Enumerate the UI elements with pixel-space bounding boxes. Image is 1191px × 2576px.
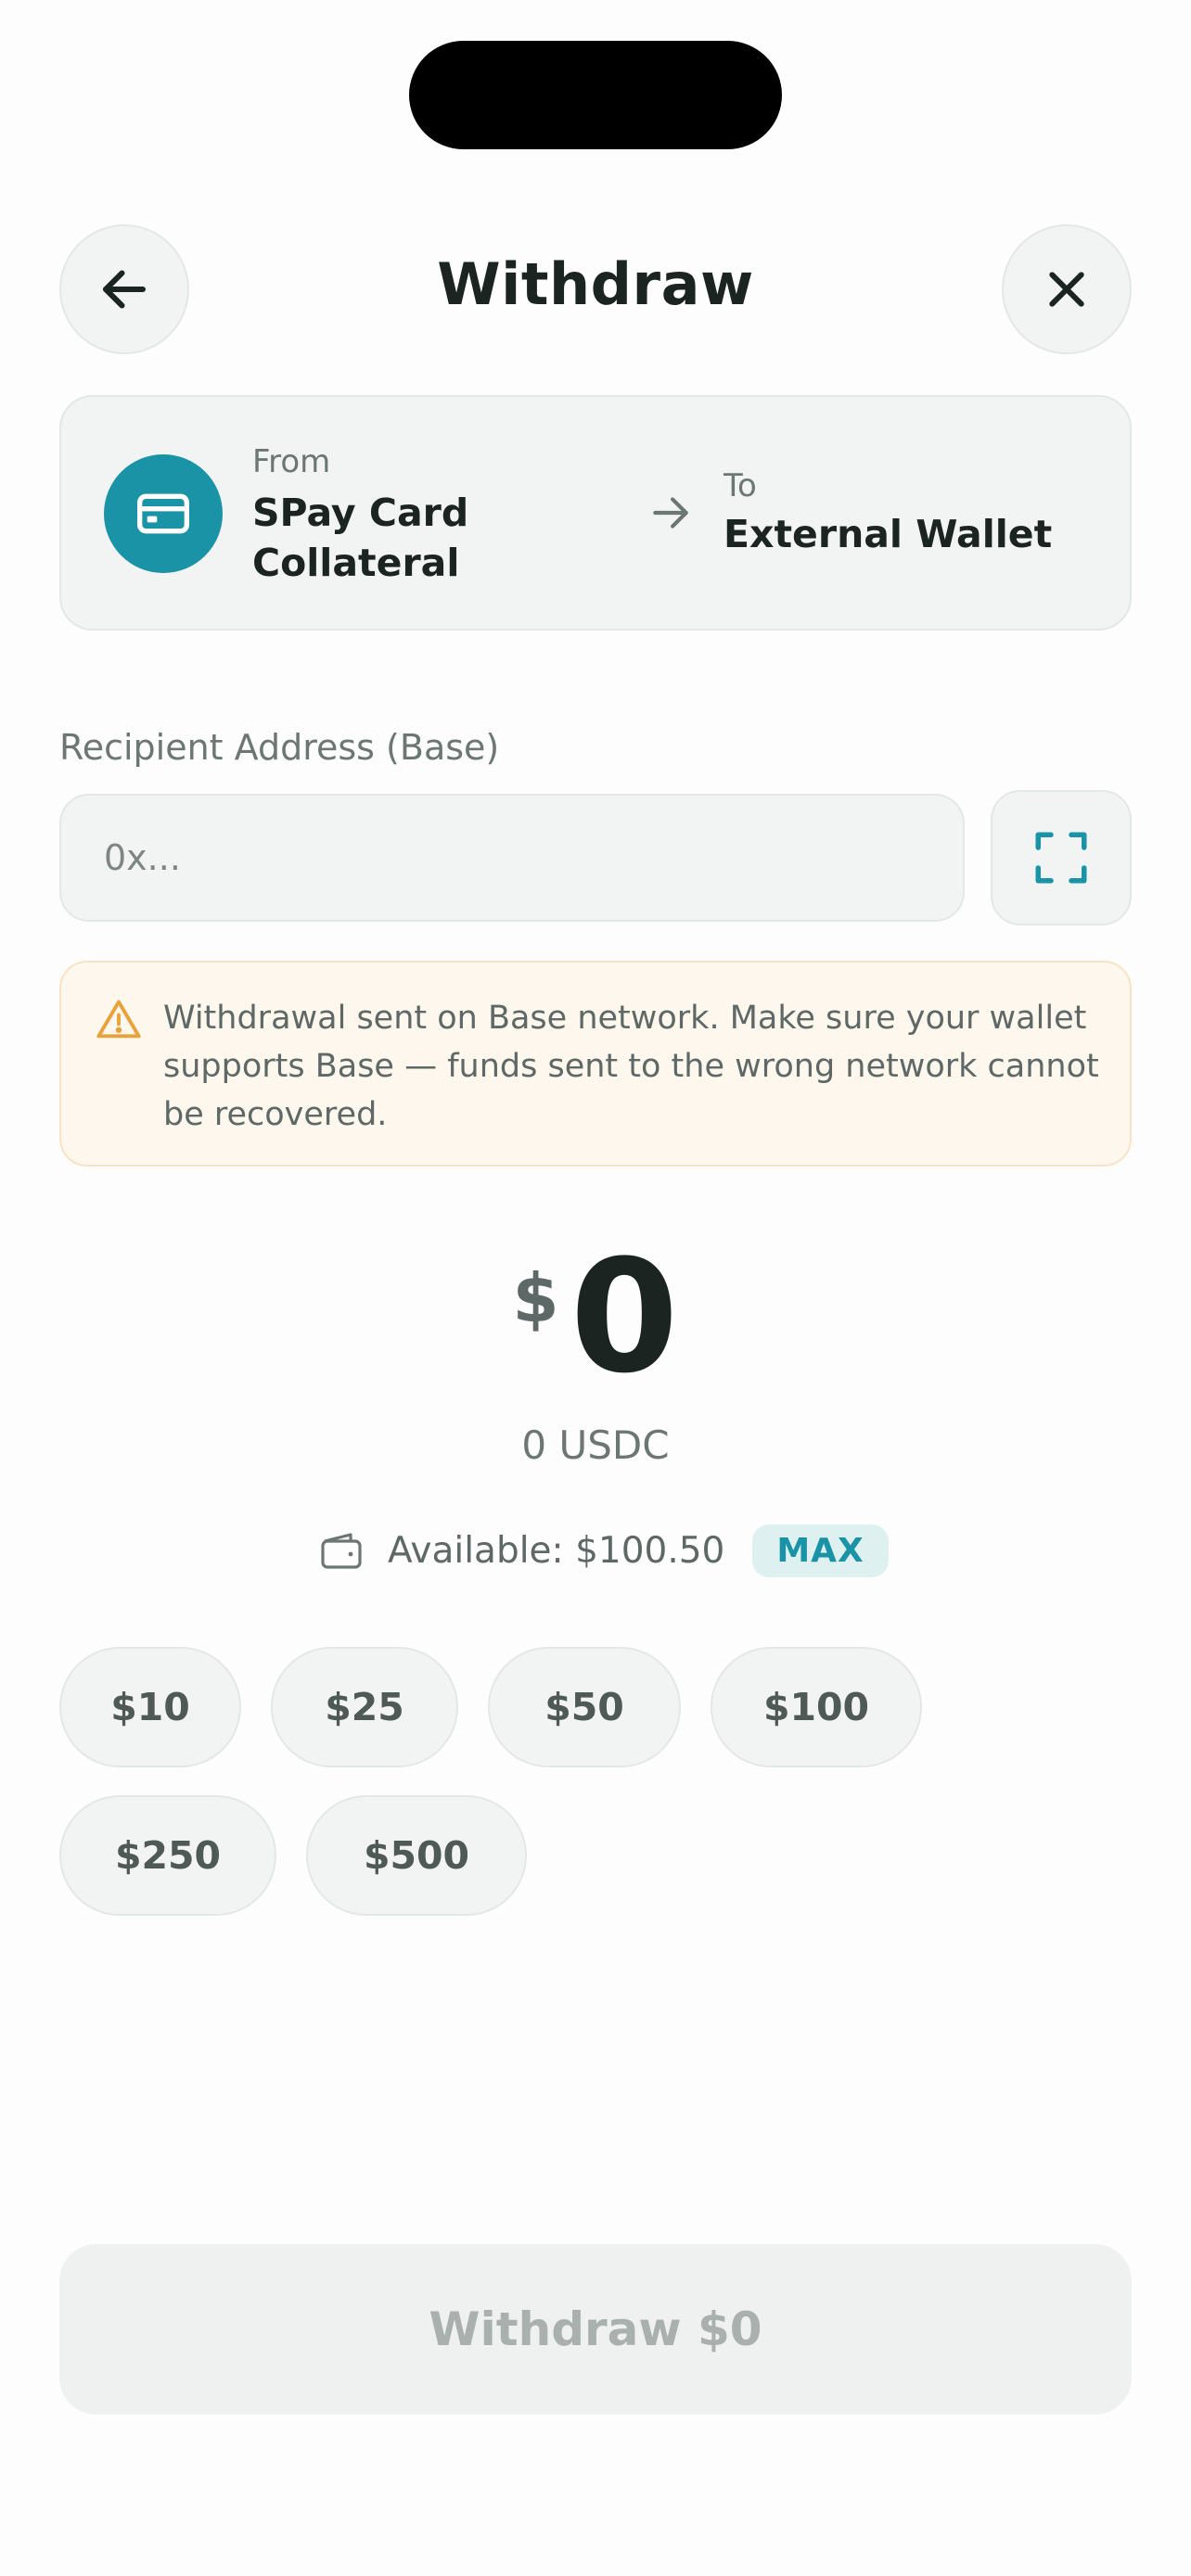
token-amount: 0 USDC: [521, 1422, 670, 1468]
scan-qr-icon: [1035, 832, 1087, 884]
source-account-avatar: [104, 454, 223, 573]
page-title: Withdraw: [437, 250, 754, 318]
close-icon: [1049, 272, 1084, 307]
network-warning-banner: Withdrawal sent on Base network. Make su…: [59, 961, 1132, 1167]
from-label: From: [252, 443, 331, 480]
withdraw-screen: Withdraw From SPay Card Collateral To Ex…: [0, 0, 1191, 2576]
recipient-address-label: Recipient Address (Base): [59, 727, 500, 768]
available-balance-row: Available: $100.50 MAX: [319, 1521, 889, 1580]
close-button[interactable]: [1002, 224, 1132, 354]
preset-amount-chip[interactable]: $500: [306, 1795, 527, 1916]
warning-triangle-icon: [96, 1000, 141, 1039]
arrow-right-icon: [653, 497, 688, 529]
to-label: To: [724, 467, 757, 504]
warning-text: Withdrawal sent on Base network. Make su…: [163, 1000, 1099, 1133]
preset-amount-chip[interactable]: $25: [271, 1647, 458, 1767]
preset-amount-chip[interactable]: $250: [59, 1795, 276, 1916]
amount-currency: $: [512, 1259, 559, 1337]
preset-amount-chip[interactable]: $50: [488, 1647, 681, 1767]
arrow-left-icon: [103, 270, 146, 309]
scan-qr-button[interactable]: [991, 790, 1132, 925]
max-button[interactable]: MAX: [752, 1524, 889, 1577]
preset-amount-chip[interactable]: $10: [59, 1647, 241, 1767]
wallet-icon: [321, 1533, 362, 1569]
from-account: SPay Card Collateral: [252, 491, 469, 585]
amount-display[interactable]: $0: [0, 1233, 1191, 1400]
back-button[interactable]: [59, 224, 189, 354]
credit-card-icon: [137, 493, 189, 534]
preset-amount-chip[interactable]: $100: [711, 1647, 922, 1767]
withdraw-submit-button[interactable]: Withdraw $0: [59, 2244, 1132, 2415]
recipient-address-input[interactable]: [59, 794, 965, 922]
amount-value: 0: [570, 1226, 679, 1408]
to-account: External Wallet: [724, 512, 1053, 556]
transfer-summary-card: From SPay Card Collateral To External Wa…: [59, 395, 1132, 631]
available-balance: Available: $100.50: [388, 1529, 725, 1572]
dynamic-island: [409, 41, 782, 149]
